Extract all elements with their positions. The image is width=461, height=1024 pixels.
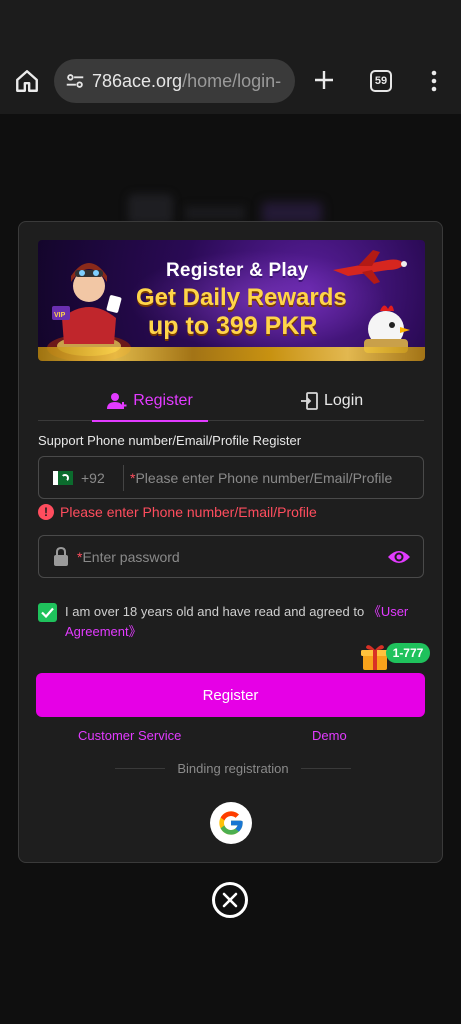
eye-icon[interactable] [387, 547, 411, 567]
pilot-girl-illustration: VIP [47, 263, 131, 361]
pakistan-flag-icon[interactable] [53, 470, 73, 485]
status-bar [0, 0, 461, 48]
home-icon[interactable] [14, 68, 40, 94]
tab-register-label: Register [133, 391, 193, 409]
tab-register[interactable]: Register [92, 380, 208, 422]
new-tab-icon[interactable] [312, 68, 336, 92]
blurred-logo [128, 194, 173, 224]
account-input-placeholder[interactable]: Please enter Phone number/Email/Profile [135, 470, 392, 486]
url-bar[interactable]: 786ace.org/home/login- [54, 59, 295, 103]
country-code[interactable]: +92 [81, 470, 113, 486]
banner-coins [38, 347, 425, 361]
divider-line-left [115, 768, 166, 769]
airplane-illustration [333, 250, 407, 284]
login-door-icon [301, 391, 318, 410]
agree-checkbox[interactable] [38, 603, 57, 622]
site-settings-icon[interactable] [64, 70, 86, 92]
password-field[interactable]: * Enter password [38, 535, 424, 578]
account-error: ! Please enter Phone number/Email/Profil… [38, 504, 317, 520]
url-path: /home/login- [182, 70, 282, 91]
field-divider [123, 464, 124, 491]
reward-badge[interactable]: 1-777 [386, 643, 430, 663]
banner-amount: up to 399 PKR [148, 312, 318, 340]
auth-tabs: Register Login [38, 380, 424, 422]
login-register-modal: VIP Register & Play Get Daily Rewards up… [18, 221, 443, 863]
demo-link[interactable]: Demo [312, 728, 347, 743]
tab-switcher-icon[interactable]: 59 [370, 70, 392, 92]
tab-login[interactable]: Login [300, 380, 400, 421]
error-icon: ! [38, 504, 54, 520]
banner-subheadline: Get Daily Rewards [136, 284, 347, 311]
agreement-statement: I am over 18 years old and have read and… [65, 604, 368, 619]
close-modal-button[interactable] [212, 882, 248, 918]
google-signin-button[interactable] [210, 802, 252, 844]
promo-banner[interactable]: VIP Register & Play Get Daily Rewards up… [38, 240, 425, 361]
divider-line-right [300, 768, 352, 769]
account-field[interactable]: +92 * Please enter Phone number/Email/Pr… [38, 456, 424, 499]
url-text: 786ace.org/home/login- [92, 71, 281, 92]
gift-icon[interactable] [360, 642, 390, 672]
password-input-placeholder[interactable]: Enter password [82, 549, 179, 565]
close-icon [222, 892, 238, 908]
footer-links: Customer Service Demo [38, 728, 424, 746]
blurred-text [185, 206, 245, 220]
support-label: Support Phone number/Email/Profile Regis… [38, 433, 302, 448]
menu-icon[interactable] [428, 69, 440, 93]
binding-label: Binding registration [177, 761, 289, 776]
agreement-text: I am over 18 years old and have read and… [65, 602, 420, 642]
google-icon [219, 811, 243, 835]
svg-text:VIP: VIP [54, 312, 66, 319]
banner-headline: Register & Play [166, 260, 309, 281]
checkmark-icon [41, 607, 54, 618]
customer-service-link[interactable]: Customer Service [78, 728, 181, 743]
add-user-icon [107, 392, 127, 409]
rooster-illustration [364, 305, 410, 353]
agreement-row: I am over 18 years old and have read and… [38, 602, 424, 642]
active-tab-indicator [92, 420, 208, 422]
register-button[interactable]: Register [36, 673, 425, 717]
url-host: 786ace.org [92, 70, 183, 91]
lock-icon [54, 546, 68, 566]
binding-divider: Binding registration [115, 761, 352, 776]
account-error-text: Please enter Phone number/Email/Profile [60, 504, 317, 520]
tab-login-label: Login [324, 391, 364, 409]
browser-toolbar: 786ace.org/home/login- 59 [0, 48, 461, 114]
